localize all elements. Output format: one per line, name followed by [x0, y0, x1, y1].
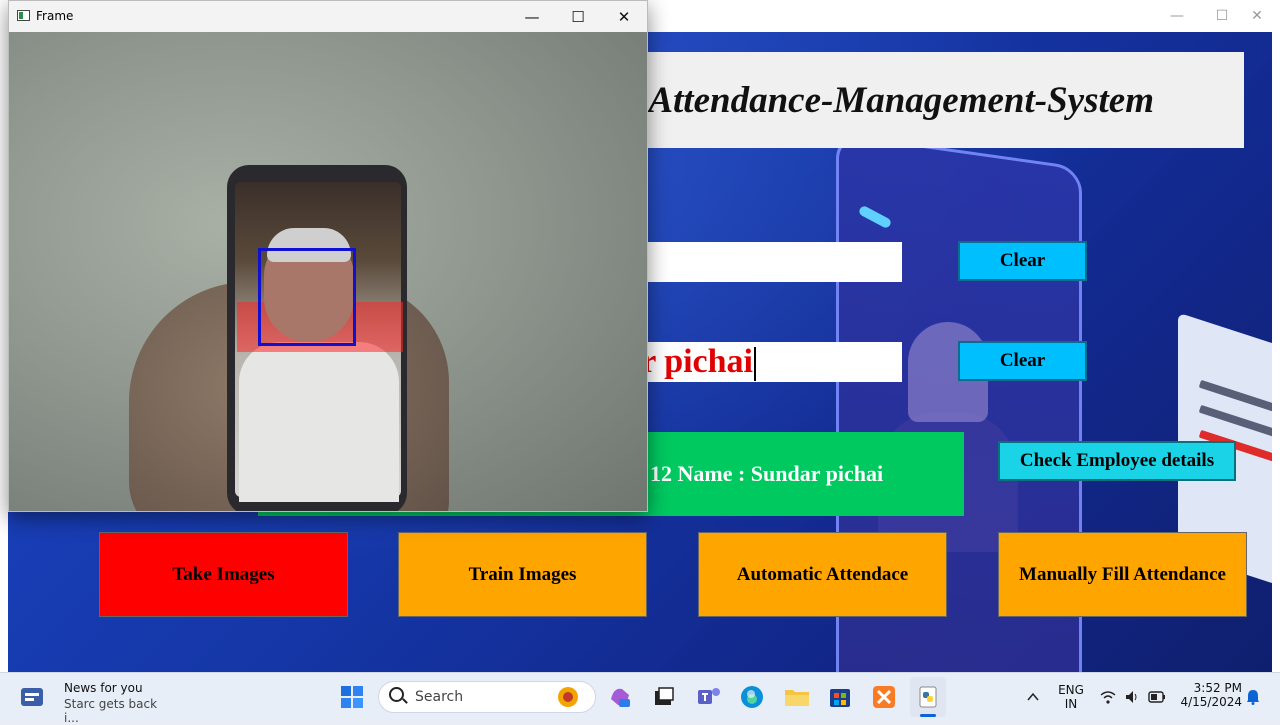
face-detection-box — [258, 248, 356, 346]
webcam-feed — [9, 32, 647, 511]
copilot-icon[interactable] — [608, 685, 632, 709]
language-indicator[interactable]: ENG IN — [1054, 683, 1088, 711]
news-subtitle: Starc gets back i... — [64, 697, 158, 725]
search-icon — [389, 687, 404, 702]
taskbar-search[interactable]: Search — [378, 681, 596, 713]
search-label: Search — [415, 689, 464, 705]
manual-attendance-button[interactable]: Manually Fill Attendance — [998, 532, 1247, 617]
active-app-indicator — [920, 714, 936, 717]
file-explorer-icon[interactable] — [784, 685, 810, 709]
frame-titlebar[interactable]: Frame — ☐ ✕ — [9, 1, 647, 32]
task-view-icon[interactable] — [652, 685, 676, 709]
python-icon — [919, 686, 937, 708]
news-icon — [21, 688, 43, 706]
clear-id-button[interactable]: Clear — [958, 241, 1087, 281]
frame-window: Frame — ☐ ✕ — [8, 0, 648, 512]
notification-text: 12 Name : Sundar pichai — [650, 461, 884, 486]
taskbar: News for you Starc gets back i... Search — [0, 672, 1280, 725]
teams-icon[interactable] — [696, 685, 722, 709]
frame-title: Frame — [36, 9, 74, 23]
start-icon[interactable] — [340, 685, 364, 709]
take-images-button[interactable]: Take Images — [99, 532, 348, 617]
clock-date: 4/15/2024 — [1180, 695, 1242, 709]
frame-close-button[interactable]: ✕ — [601, 1, 647, 32]
check-employee-details-button[interactable]: Check Employee details — [998, 441, 1236, 481]
title-banner: Attendance-Management-System — [550, 52, 1244, 148]
frame-minimize-button[interactable]: — — [509, 1, 555, 32]
chevron-up-icon[interactable] — [1026, 690, 1040, 704]
clear-name-button[interactable]: Clear — [958, 341, 1087, 381]
employee-name-value: r pichai — [641, 342, 756, 382]
wifi-icon[interactable] — [1100, 689, 1116, 705]
close-button[interactable]: ✕ — [1234, 0, 1280, 32]
clock-time: 3:52 PM — [1193, 681, 1242, 695]
news-widget[interactable]: News for you Starc gets back i... — [14, 673, 174, 725]
webcam-person-shirt — [239, 342, 399, 502]
window-app-icon — [17, 10, 30, 21]
python-app-highlight[interactable] — [910, 677, 946, 717]
news-title: News for you — [64, 681, 143, 695]
edge-icon[interactable] — [740, 685, 764, 709]
search-highlight-icon — [558, 687, 578, 707]
page-title: Attendance-Management-System — [648, 79, 1154, 121]
train-images-button[interactable]: Train Images — [398, 532, 647, 617]
notification-bell-icon[interactable] — [1246, 689, 1260, 705]
volume-icon[interactable] — [1124, 689, 1140, 705]
text-cursor — [754, 347, 756, 382]
automatic-attendance-button[interactable]: Automatic Attendace — [698, 532, 947, 617]
xampp-icon[interactable] — [872, 685, 896, 709]
store-icon[interactable] — [828, 685, 852, 709]
clock[interactable]: 3:52 PM 4/15/2024 — [1176, 681, 1242, 709]
minimize-button[interactable]: — — [1154, 0, 1200, 32]
battery-icon[interactable] — [1148, 690, 1166, 704]
frame-maximize-button[interactable]: ☐ — [555, 1, 601, 32]
